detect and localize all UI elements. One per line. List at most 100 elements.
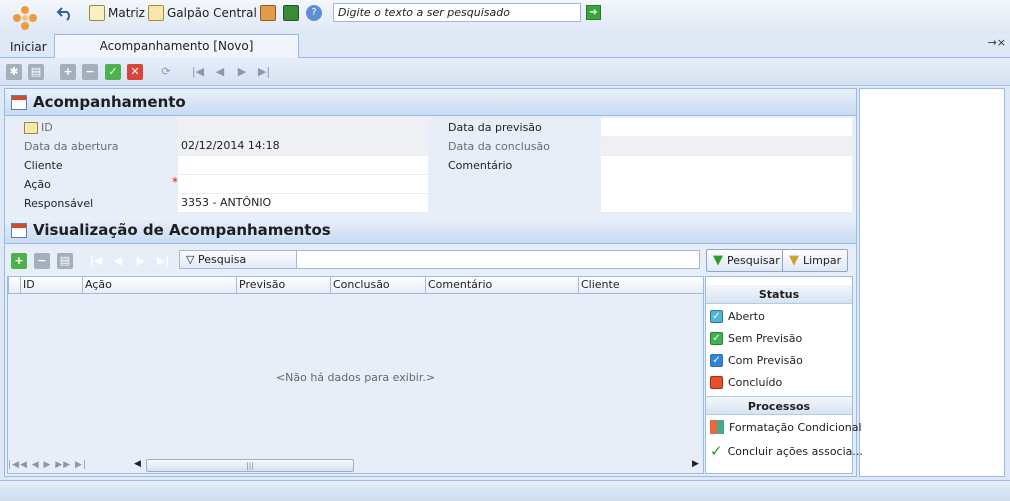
column-header-conclusao[interactable]: Conclusão [330, 277, 425, 294]
warehouse-icon [148, 5, 164, 21]
check-icon: ✓ [710, 310, 723, 323]
pesquisar-label: Pesquisar [727, 254, 780, 267]
responsavel-field[interactable]: 3353 - ANTÔNIO [178, 194, 428, 212]
galpao-central-button[interactable]: Galpão Central [148, 3, 257, 23]
first-record-icon[interactable]: |◀ [190, 64, 206, 80]
grid-next-icon[interactable]: ▶ [133, 253, 149, 269]
id-label: ID [41, 121, 53, 134]
responsavel-label: Responsável [24, 197, 94, 210]
id-field [178, 118, 428, 136]
table-icon [89, 5, 105, 21]
previsao-label: Data da previsão [448, 121, 542, 134]
galpao-label: Galpão Central [167, 6, 257, 20]
form-section-header: Acompanhamento [5, 89, 856, 116]
status-bar [0, 480, 1010, 501]
table-icon [11, 223, 27, 238]
column-header-previsao[interactable]: Previsão [236, 277, 330, 294]
help-icon[interactable]: ? [306, 3, 322, 23]
clear-filter-icon: ▼ [789, 253, 799, 268]
add-icon[interactable]: + [60, 64, 76, 80]
acao-label: Ação [24, 178, 51, 191]
table-icon [11, 95, 27, 110]
scroll-right-icon[interactable]: ▶ [692, 459, 699, 469]
id-icon [24, 121, 38, 134]
refresh-icon[interactable]: ⟳ [158, 64, 174, 80]
status-label: Com Previsão [728, 354, 803, 367]
remove-icon[interactable]: − [82, 64, 98, 80]
conclusao-field [601, 137, 852, 155]
status-label: Sem Previsão [728, 332, 803, 345]
cliente-field[interactable] [178, 156, 428, 174]
process-item-concluir[interactable]: ✓ Concluir ações associa... [710, 442, 863, 460]
matriz-button[interactable]: Matriz [89, 3, 145, 23]
check-icon: ✓ [710, 354, 723, 367]
acao-field[interactable] [178, 175, 428, 193]
search-go-icon[interactable]: ➔ [586, 5, 601, 20]
form-title: Acompanhamento [33, 93, 186, 111]
print-icon[interactable]: ▤ [57, 253, 73, 269]
status-item-concluido[interactable]: Concluído [710, 376, 782, 389]
app-logo-icon[interactable] [8, 2, 42, 36]
status-item-aberto[interactable]: ✓ Aberto [710, 310, 765, 323]
cliente-label: Cliente [24, 159, 63, 172]
column-header-id[interactable]: ID [20, 277, 82, 294]
eye-icon[interactable] [283, 3, 299, 23]
square-icon [710, 376, 723, 389]
filter-icon: ▼ [713, 253, 723, 268]
previsao-field[interactable] [601, 118, 852, 136]
undo-icon[interactable] [56, 3, 74, 23]
id-label-wrap: ID [24, 121, 53, 134]
grid-empty-text: <Não há dados para exibir.> [275, 371, 436, 384]
cancel-icon[interactable]: ✕ [127, 64, 143, 80]
global-search-input[interactable]: Digite o texto a ser pesquisado [333, 3, 581, 22]
grid-pager[interactable]: |◀◀ ◀ ▶ ▶▶ ▶| [8, 460, 87, 470]
new-record-icon[interactable]: ✱ [6, 64, 22, 80]
grid-header: ID Ação Previsão Conclusão Comentário Cl… [8, 277, 703, 294]
users-icon[interactable] [260, 3, 276, 23]
pin-panel-icon[interactable]: →× [988, 36, 1006, 49]
status-label: Aberto [728, 310, 765, 323]
status-item-com-previsao[interactable]: ✓ Com Previsão [710, 354, 803, 367]
column-header-comentario[interactable]: Comentário [425, 277, 578, 294]
abertura-label: Data da abertura [24, 140, 119, 153]
grid-title: Visualização de Acompanhamentos [33, 221, 331, 239]
search-field-dropdown[interactable]: ▽ Pesquisa [179, 250, 297, 269]
conclusao-label: Data da conclusão [448, 140, 551, 153]
abertura-field: 02/12/2014 14:18 [178, 137, 428, 155]
grid-section-header: Visualização de Acompanhamentos [5, 217, 856, 244]
comentario-field[interactable] [601, 156, 852, 212]
confirm-icon[interactable]: ✓ [105, 64, 121, 80]
last-record-icon[interactable]: ▶| [256, 64, 272, 80]
grid-last-icon[interactable]: ▶| [155, 253, 171, 269]
column-header-cliente[interactable]: Cliente [578, 277, 703, 294]
chevron-down-icon: ▽ [186, 253, 195, 266]
check-icon: ✓ [710, 332, 723, 345]
processes-header: Processos [706, 396, 852, 415]
status-header: Status [706, 285, 852, 304]
process-label: Formatação Condicional [729, 420, 862, 434]
grid-prev-icon[interactable]: ◀ [110, 253, 126, 269]
limpar-button[interactable]: ▼ Limpar [782, 249, 849, 272]
tab-acompanhamento[interactable]: Acompanhamento [Novo] [54, 34, 299, 58]
lock-icon[interactable]: ▤ [28, 64, 44, 80]
grid-add-icon[interactable]: + [11, 253, 27, 269]
grid-row-indicator-header [8, 277, 20, 294]
process-label: Concluir ações associa... [727, 444, 863, 458]
horizontal-scrollbar-thumb[interactable]: ||| [146, 459, 354, 472]
grid-first-icon[interactable]: |◀ [88, 253, 104, 269]
search-field-label: Pesquisa [197, 253, 247, 266]
prev-record-icon[interactable]: ◀ [212, 64, 228, 80]
matriz-label: Matriz [108, 6, 145, 20]
checkmark-icon: ✓ [710, 442, 723, 460]
process-item-formatacao[interactable]: Formatação Condicional [710, 420, 862, 434]
form-toolbar [0, 58, 1010, 86]
comentario-label: Comentário [448, 159, 513, 172]
pesquisar-button[interactable]: ▼ Pesquisar [706, 249, 787, 272]
grid-remove-icon[interactable]: − [34, 253, 50, 269]
column-header-acao[interactable]: Ação [82, 277, 236, 294]
tab-iniciar[interactable]: Iniciar [10, 40, 47, 54]
next-record-icon[interactable]: ▶ [234, 64, 250, 80]
grid-search-input[interactable] [297, 250, 700, 269]
status-item-sem-previsao[interactable]: ✓ Sem Previsão [710, 332, 802, 345]
scroll-left-icon[interactable]: ◀ [134, 459, 141, 469]
